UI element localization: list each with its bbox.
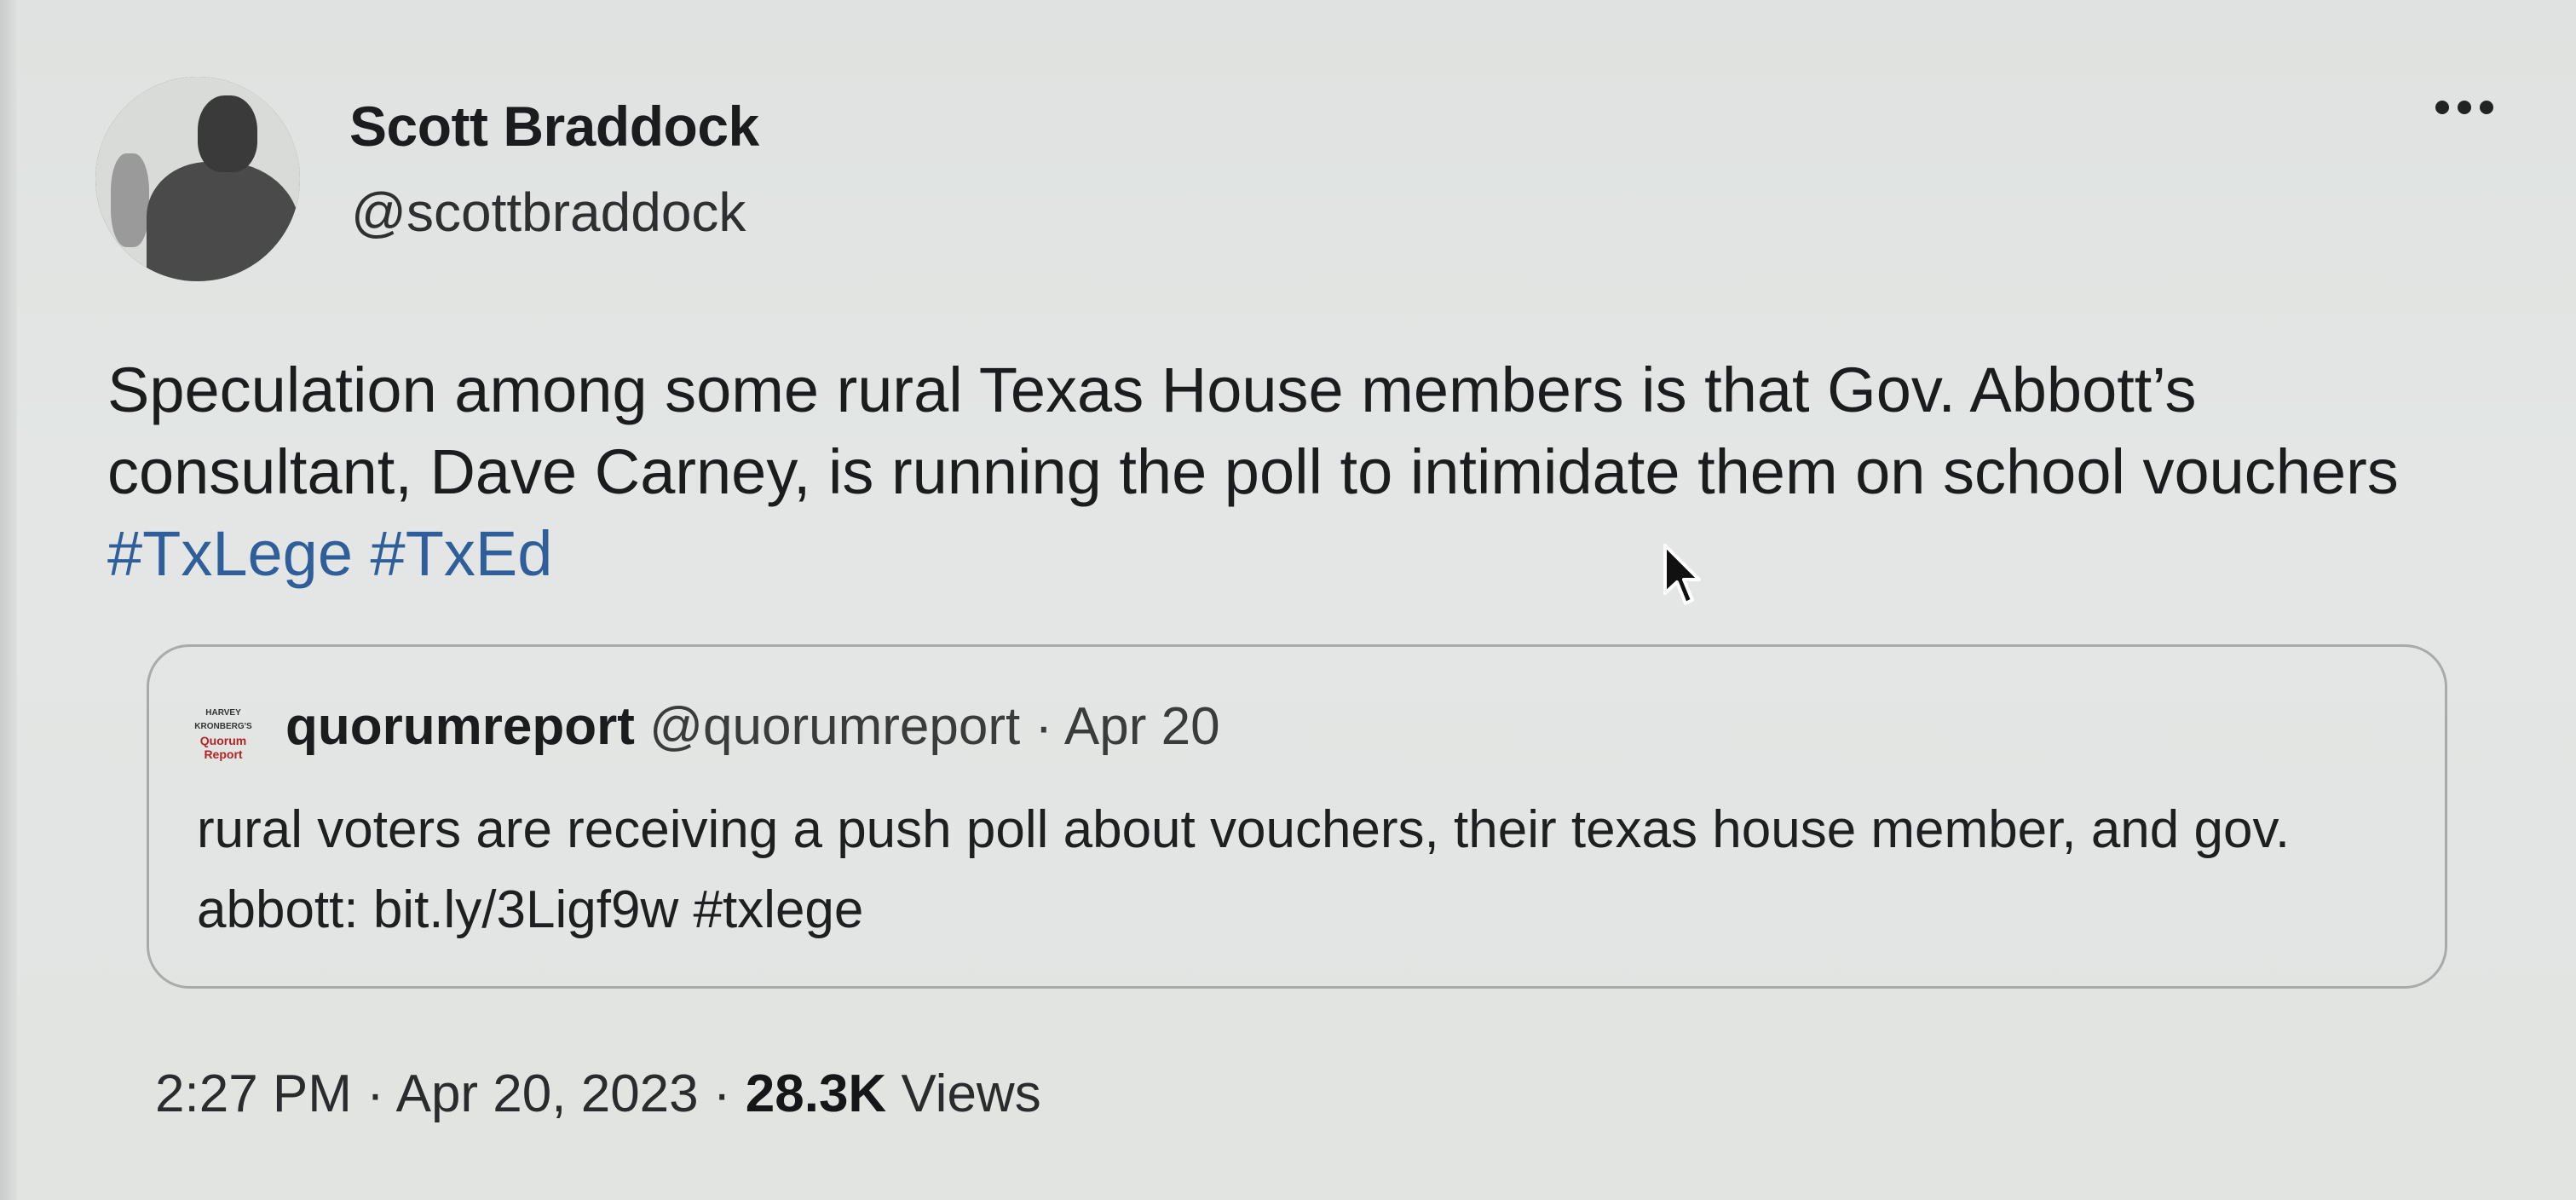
views-count[interactable]: 28.3K [746, 1064, 886, 1123]
views-label[interactable]: Views [901, 1064, 1040, 1123]
quoted-author-handle[interactable]: @quorumreport [649, 697, 1020, 756]
avatar-head [198, 95, 257, 172]
logo-line: Quorum [199, 734, 247, 747]
avatar[interactable] [95, 77, 300, 281]
tweet-body: Speculation among some rural Texas House… [107, 355, 2399, 507]
logo-line: Report [204, 747, 243, 761]
quoted-tweet-text: rural voters are receiving a push poll a… [197, 800, 2291, 939]
separator: · [698, 1064, 746, 1123]
logo-line: HARVEY [205, 708, 241, 718]
more-dots-icon[interactable] [2435, 101, 2493, 114]
quorumreport-logo-icon: HARVEY KRONBERG'S Quorum Report [185, 707, 262, 766]
screen-edge [0, 0, 17, 1200]
dot [2480, 101, 2493, 114]
author-handle[interactable]: @scottbraddock [351, 181, 746, 244]
author-name[interactable]: Scott Braddock [349, 94, 759, 159]
quoted-tweet-card[interactable]: HARVEY KRONBERG'S Quorum Report quorumre… [147, 644, 2447, 989]
hashtag-txed[interactable]: #TxEd [371, 518, 553, 589]
dot [2435, 101, 2449, 114]
tweet-time[interactable]: 2:27 PM [155, 1064, 352, 1123]
hashtag-txlege[interactable]: #TxLege [107, 518, 353, 589]
separator: · [351, 1064, 396, 1123]
dot [2458, 101, 2471, 114]
quoted-tweet-header: quorumreport @quorumreport · Apr 20 [285, 696, 1220, 757]
tweet-text: Speculation among some rural Texas House… [107, 349, 2476, 595]
separator: · [1020, 697, 1064, 756]
tweet-footer: 2:27 PM · Apr 20, 2023 · 28.3K Views [155, 1064, 1041, 1124]
tweet-date[interactable]: Apr 20, 2023 [396, 1064, 699, 1123]
mouse-pointer-icon [1663, 544, 1701, 605]
avatar-hand [111, 153, 149, 247]
quoted-date[interactable]: Apr 20 [1064, 697, 1220, 756]
logo-line: KRONBERG'S [194, 722, 252, 731]
quoted-author-name[interactable]: quorumreport [285, 697, 635, 756]
